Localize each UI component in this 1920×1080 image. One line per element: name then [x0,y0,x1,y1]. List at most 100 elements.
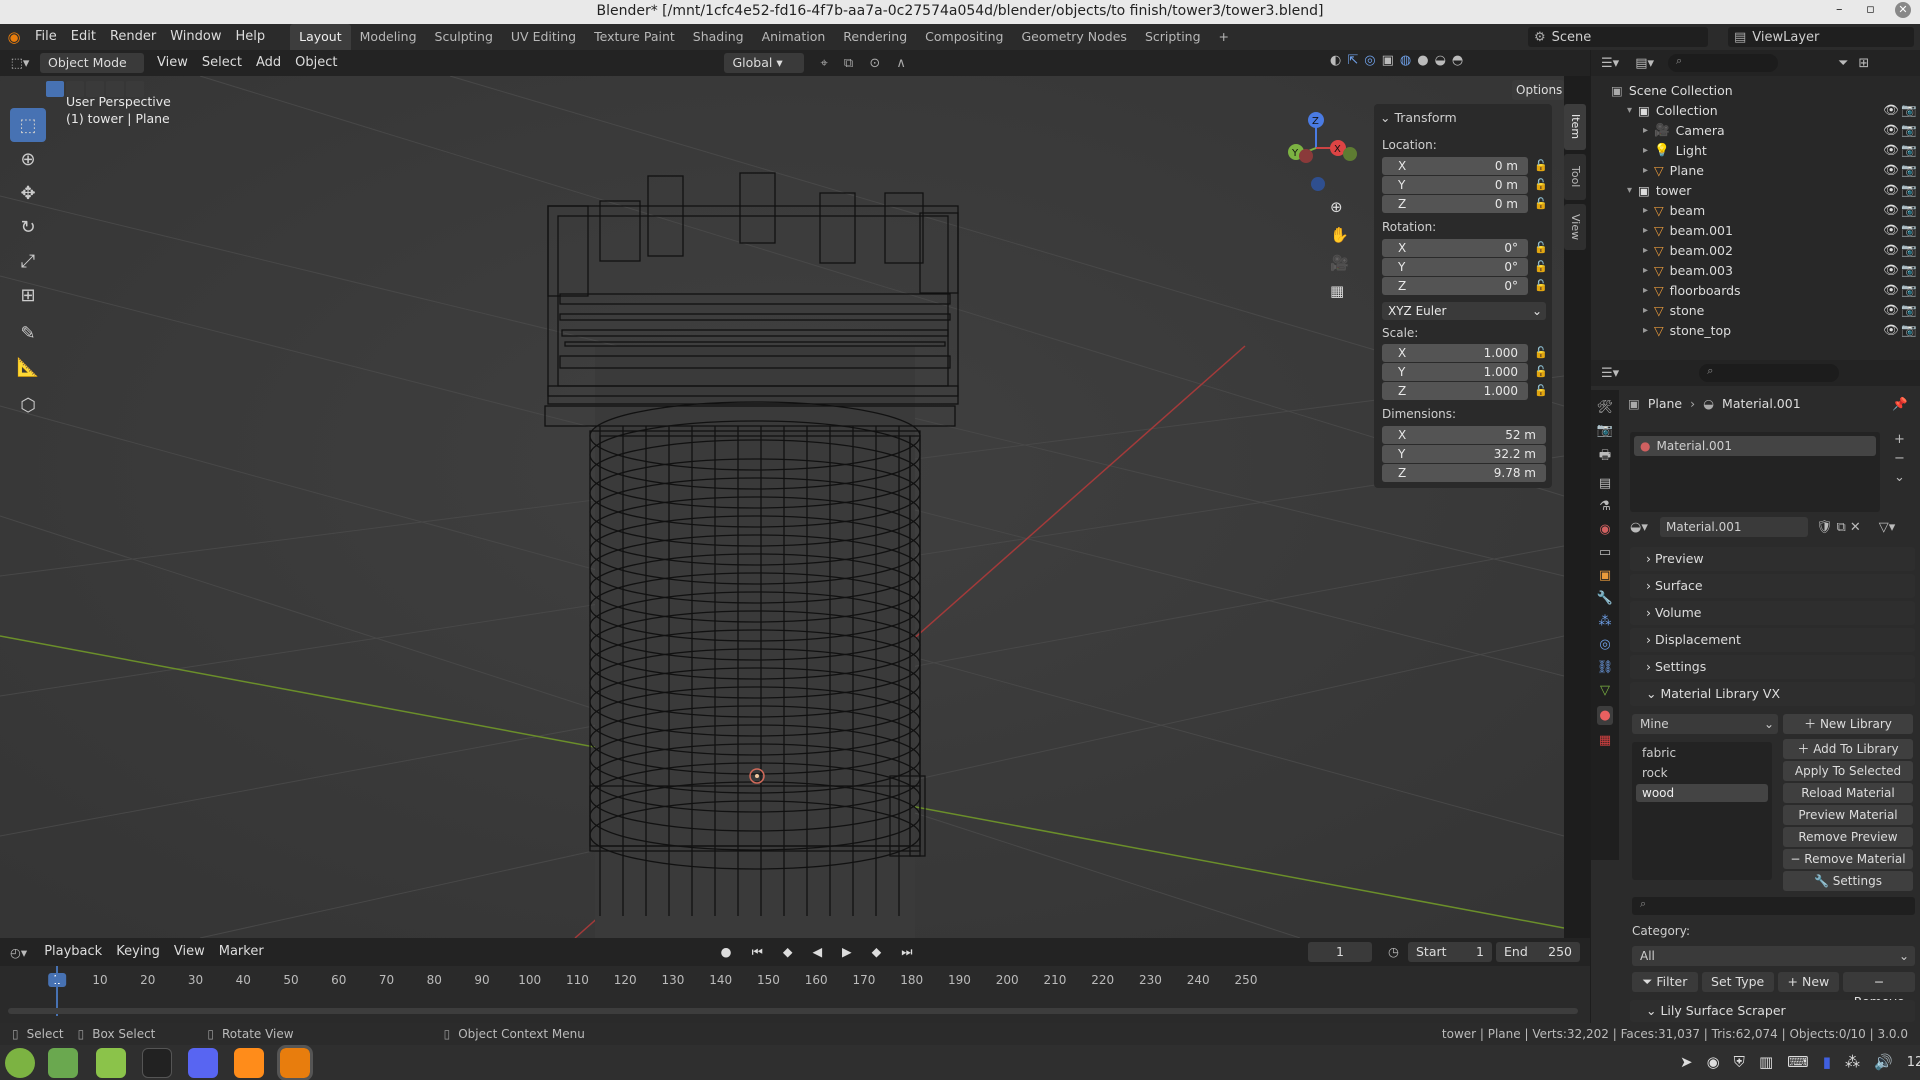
close-icon[interactable]: ✕ [1895,2,1911,18]
minimize-icon[interactable]: – [1836,2,1843,17]
render-camera-icon[interactable]: 📷 [1901,282,1917,298]
section-material-library-vx[interactable]: ⌄ Material Library VX [1630,682,1915,706]
pan-hand-icon[interactable]: ✋ [1330,226,1349,244]
render-camera-icon[interactable]: 📷 [1901,302,1917,318]
remove-material-button[interactable]: − Remove Material [1783,849,1913,869]
lock-icon[interactable]: 🔓 [1534,384,1548,397]
modifier-props-icon[interactable]: 🔧 [1597,591,1613,606]
outliner-row[interactable]: ▾ ▣ Collection 👁 📷 [1627,100,1917,120]
render-camera-icon[interactable]: 📷 [1901,222,1917,238]
apply-to-selected-button[interactable]: Apply To Selected [1783,761,1913,781]
blender-taskbar-icon[interactable] [277,1045,313,1080]
menu-edit[interactable]: Edit [64,24,103,50]
tab-view[interactable]: View [1564,204,1586,250]
output-props-icon[interactable]: 🖶 [1599,446,1611,468]
library-settings-button[interactable]: 🔧 Settings [1783,871,1913,891]
outliner-row[interactable]: ▸ ▽ beam 👁 📷 [1643,200,1917,220]
library-item[interactable]: rock [1632,764,1772,782]
solid-shading-icon[interactable]: ● [1417,53,1428,68]
prev-keyframe-icon[interactable]: ◆ [783,944,801,959]
select-new-icon[interactable] [46,81,64,97]
timeline-editor-icon[interactable]: ◴▾ [0,945,37,960]
snapping-icons[interactable]: ⌖ ⧉ ⊙ ∧ [820,56,911,71]
rendered-shading-icon[interactable]: ◓ [1452,53,1463,68]
properties-search-field[interactable]: ⌕ [1699,364,1840,382]
tab-compositing[interactable]: Compositing [916,24,1012,50]
render-camera-icon[interactable]: 📷 [1901,182,1917,198]
scene-selector[interactable]: ⚙ Scene [1528,27,1708,47]
tab-modeling[interactable]: Modeling [351,24,426,50]
vp-menu-object[interactable]: Object [288,50,344,76]
start-frame-field[interactable]: Start 1 [1408,942,1492,962]
visibility-eye-icon[interactable]: 👁 [1883,222,1899,238]
3d-viewport[interactable]: Z X Y User Perspective (1) tower | Plane… [0,76,1564,938]
visibility-eye-icon[interactable]: 👁 [1883,182,1899,198]
tab-item[interactable]: Item [1564,104,1586,150]
material-shading-icon[interactable]: ◒ [1435,53,1446,68]
render-camera-icon[interactable]: 📷 [1901,102,1917,118]
outliner-row[interactable]: ▸ 🎥 Camera 👁 📷 [1643,120,1917,140]
collapse-icon[interactable]: ▸ [1643,145,1648,156]
show-desktop-icon[interactable] [48,1048,78,1078]
options-dropdown[interactable]: Options [1512,80,1564,100]
menu-file[interactable]: File [28,24,64,50]
tab-shading[interactable]: Shading [684,24,753,50]
link-type-icon[interactable]: ▽▾ [1879,520,1896,535]
timeline-menu-marker[interactable]: Marker [212,939,271,965]
filter-icon[interactable]: ⏷ [1838,56,1848,71]
section-surface[interactable]: › Surface [1630,574,1915,598]
next-keyframe-icon[interactable]: ◆ [872,944,890,959]
scale-y-field[interactable]: Y 1.000 🔓 [1382,363,1548,381]
measure-tool-icon[interactable]: 📐 [10,350,46,384]
remove-slot-icon[interactable]: − [1894,451,1905,466]
rotation-y-field[interactable]: Y 0° 🔓 [1382,258,1548,276]
play-reverse-icon[interactable]: ◀ [812,944,830,959]
mode-dropdown[interactable]: Object Mode ▾ [40,53,144,90]
menu-render[interactable]: Render [103,24,163,50]
transform-tool-icon[interactable]: ⊞ [10,278,46,312]
add-slot-icon[interactable]: + [1894,432,1905,447]
tab-scripting[interactable]: Scripting [1136,24,1210,50]
visibility-eye-icon[interactable]: 👁 [1883,142,1899,158]
section-lily-surface-scraper[interactable]: ⌄ Lily Surface Scraper [1630,1000,1915,1022]
material-props-icon[interactable]: ● [1597,706,1613,725]
scale-tool-icon[interactable]: ⤢ [10,244,46,278]
visibility-eye-icon[interactable]: 👁 [1883,322,1899,338]
menu-launcher-icon[interactable] [5,1048,35,1078]
overlay-icon[interactable]: ◎ [1364,53,1375,68]
section-displacement[interactable]: › Displacement [1630,628,1915,652]
location-x-field[interactable]: X 0 m 🔓 [1382,157,1548,175]
new-collection-icon[interactable]: ⊞ [1858,56,1869,71]
discord-tray-icon[interactable]: ◉ [1707,1053,1720,1071]
tab-tool[interactable]: Tool [1564,154,1586,200]
clipboard-icon[interactable]: ▥ [1759,1053,1773,1071]
visibility-eye-icon[interactable]: 👁 [1883,122,1899,138]
constraints-props-icon[interactable]: ⛓ [1597,660,1614,675]
volume-icon[interactable]: 🔊 [1874,1053,1893,1071]
clock[interactable]: 12:31 [1907,1055,1920,1070]
shield-icon[interactable]: ⛨ [1734,1053,1745,1071]
material-name-field[interactable]: Material.001 [1660,517,1808,537]
jump-end-icon[interactable]: ⏭ [901,944,920,959]
collapse-icon[interactable]: ▸ [1643,305,1648,316]
maximize-icon[interactable]: ▫ [1866,2,1875,17]
lock-icon[interactable]: 🔓 [1534,241,1548,254]
set-type-button[interactable]: Set Type [1701,972,1774,992]
expand-icon[interactable]: ▾ [1627,105,1632,116]
location-z-field[interactable]: Z 0 m 🔓 [1382,195,1548,213]
library-search-field[interactable]: ⌕ [1632,897,1915,915]
telegram-icon[interactable]: ➤ [1680,1053,1693,1071]
outliner-row[interactable]: ▸ ▽ beam.003 👁 📷 [1643,260,1917,280]
vp-menu-view[interactable]: View [150,50,195,76]
outliner-row[interactable]: ▸ ▽ stone_top 👁 📷 [1643,320,1917,340]
tool-props-icon[interactable]: 🛠 [1597,400,1614,415]
end-frame-field[interactable]: End 250 [1496,942,1580,962]
vp-menu-add[interactable]: Add [249,50,288,76]
expand-icon[interactable]: ▾ [1627,185,1632,196]
transform-title[interactable]: ⌄ Transform [1380,110,1457,125]
jump-start-icon[interactable]: ⏮ [752,944,771,959]
collapse-icon[interactable]: ▸ [1643,245,1648,256]
scale-x-field[interactable]: X 1.000 🔓 [1382,344,1548,362]
scene-props-icon[interactable]: ⚗ [1599,499,1611,514]
gizmo-icon[interactable]: ⇱ [1347,53,1358,68]
